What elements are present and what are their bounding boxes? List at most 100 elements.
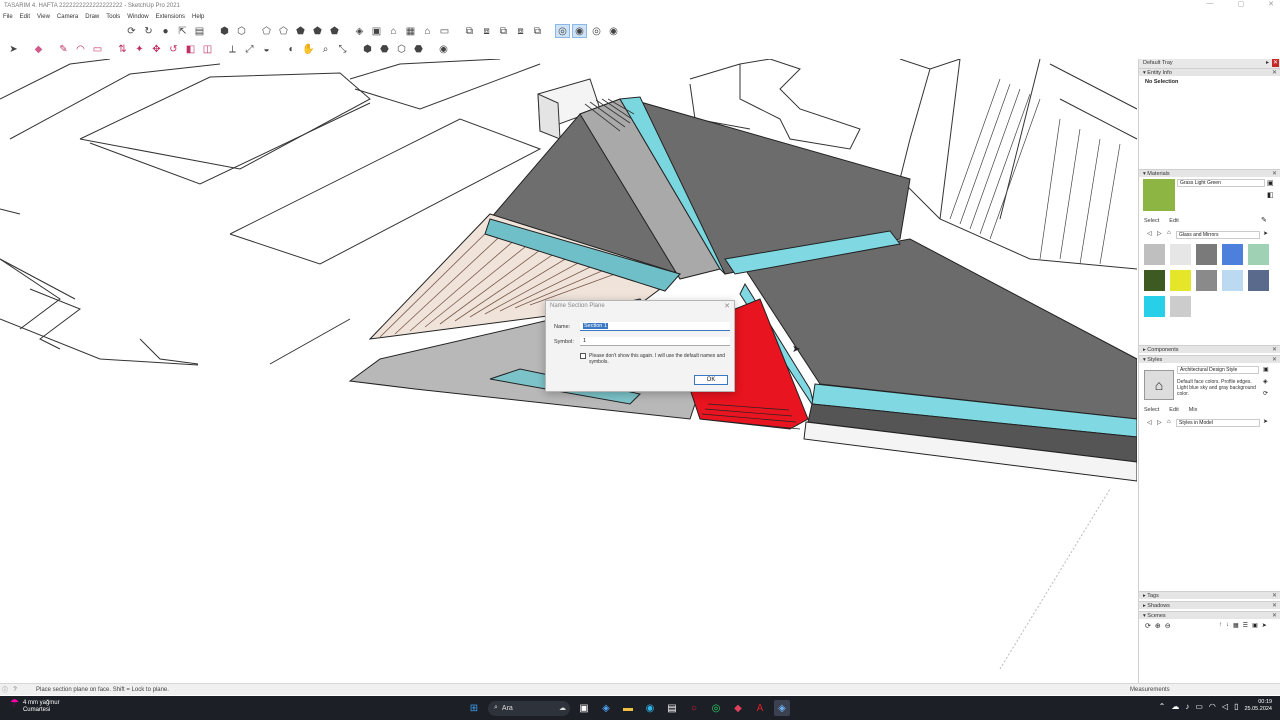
clock[interactable]: 00:19 25.05.2024	[1244, 699, 1272, 713]
opera-icon[interactable]: ○	[686, 700, 702, 716]
material-name-field[interactable]: Grass Light Green	[1177, 179, 1265, 187]
tape-measure-icon[interactable]: ⟂	[225, 42, 240, 56]
solid-tools-icon[interactable]: ⬢	[217, 24, 232, 38]
name-input[interactable]: Section 1	[580, 322, 730, 331]
scene-refresh-icon[interactable]: ⟳	[1145, 622, 1151, 630]
battery-icon[interactable]: ▯	[1234, 702, 1238, 711]
menu-window[interactable]: Window	[127, 14, 148, 20]
sketchup-taskbar-icon[interactable]: ◆	[730, 700, 746, 716]
material-swatch[interactable]	[1222, 270, 1243, 291]
extension-icon[interactable]: ⬣	[377, 42, 392, 56]
material-swatch[interactable]	[1170, 270, 1191, 291]
material-swatch[interactable]	[1222, 244, 1243, 265]
material-swatch[interactable]	[1248, 270, 1269, 291]
help-circle-icon[interactable]: ?	[10, 687, 20, 693]
tags-header[interactable]: ▸ Tags ✕	[1139, 591, 1280, 599]
styles-tab-select[interactable]: Select	[1144, 407, 1159, 413]
outer-shell-icon[interactable]: ⬡	[234, 24, 249, 38]
entity-info-header[interactable]: ▾ Entity Info ✕	[1139, 68, 1280, 76]
scenes-close-icon[interactable]: ✕	[1272, 612, 1277, 619]
menu-extensions[interactable]: Extensions	[156, 14, 185, 20]
styles-back-arrow-icon[interactable]: ◁	[1147, 419, 1152, 426]
update-style-icon[interactable]: ◈	[1263, 378, 1268, 385]
section-cut-icon[interactable]: ⧈	[479, 24, 494, 38]
rectangle-icon[interactable]: ▭	[90, 42, 105, 56]
taskbar-search[interactable]: ⌕ Ara ☁	[488, 700, 570, 716]
minimize-button[interactable]: —	[1207, 0, 1214, 8]
right-view-icon[interactable]: ▦	[403, 24, 418, 38]
menu-edit[interactable]: Edit	[20, 14, 30, 20]
styles-tab-mix[interactable]: Mix	[1189, 407, 1198, 413]
edge-browser-icon[interactable]: ◉	[642, 700, 658, 716]
material-swatch[interactable]	[1196, 270, 1217, 291]
menu-file[interactable]: File	[3, 14, 13, 20]
tags-close-icon[interactable]: ✕	[1272, 592, 1277, 599]
microphone-icon[interactable]: ♪	[1185, 702, 1189, 711]
dialog-close-icon[interactable]: ✕	[724, 302, 730, 310]
document-icon[interactable]: ▤	[192, 24, 207, 38]
material-swatch[interactable]	[1144, 270, 1165, 291]
ok-button[interactable]: OK	[694, 375, 728, 385]
entity-info-close-icon[interactable]: ✕	[1272, 69, 1277, 76]
material-swatch[interactable]	[1170, 296, 1191, 317]
volume-icon[interactable]: ◁	[1222, 702, 1228, 711]
pan-icon[interactable]: ✋	[301, 42, 316, 56]
create-style-icon[interactable]: ▣	[1263, 366, 1269, 373]
shadows-close-icon[interactable]: ✕	[1272, 602, 1277, 609]
dimension-icon[interactable]: ⤢	[242, 42, 257, 56]
components-header[interactable]: ▸ Components ✕	[1139, 345, 1280, 353]
select-arrow-icon[interactable]: ➤	[6, 42, 21, 56]
layout-icon[interactable]: ⬡	[394, 42, 409, 56]
move-icon[interactable]: ✥	[149, 42, 164, 56]
store-icon[interactable]: ▤	[664, 700, 680, 716]
menu-camera[interactable]: Camera	[57, 14, 78, 20]
onedrive-icon[interactable]: ☁	[1171, 702, 1179, 711]
styles-forward-arrow-icon[interactable]: ▷	[1157, 419, 1162, 426]
material-sample-icon[interactable]: ◧	[1267, 191, 1274, 199]
scale-icon[interactable]: ◧	[183, 42, 198, 56]
iso-view-icon[interactable]: ◈	[352, 24, 367, 38]
material-swatch[interactable]	[1170, 244, 1191, 265]
shaded-icon[interactable]: ⬟	[293, 24, 308, 38]
scenes-header[interactable]: ▾ Scenes ✕	[1139, 611, 1280, 619]
material-swatch[interactable]	[1144, 244, 1165, 265]
home-view-icon[interactable]: ⌂	[386, 24, 401, 38]
scene-up-icon[interactable]: ↑	[1219, 622, 1222, 629]
sandbox-icon[interactable]: ⬣	[411, 42, 426, 56]
close-window-button[interactable]: ✕	[1268, 0, 1274, 8]
left-view-icon[interactable]: ▭	[437, 24, 452, 38]
section-active-icon[interactable]: ◉	[572, 24, 587, 38]
materials-tab-select[interactable]: Select	[1144, 218, 1159, 224]
walk-icon[interactable]: ◐	[284, 42, 299, 56]
sketchup-active-icon[interactable]: ◈	[774, 700, 790, 716]
back-view-icon[interactable]: ⌂	[420, 24, 435, 38]
materials-tab-edit[interactable]: Edit	[1169, 218, 1178, 224]
material-swatch[interactable]	[1196, 244, 1217, 265]
push-pin-icon[interactable]: ●	[158, 24, 173, 38]
file-explorer-icon[interactable]: ▬	[620, 700, 636, 716]
widgets-icon[interactable]: ◈	[598, 700, 614, 716]
zoom-icon[interactable]: ⌕	[318, 42, 333, 56]
task-view-icon[interactable]: ▣	[576, 700, 592, 716]
menu-tools[interactable]: Tools	[106, 14, 120, 20]
refresh-style-icon[interactable]: ⟳	[1263, 390, 1268, 397]
section-display-icon[interactable]: ⧉	[462, 24, 477, 38]
styles-tab-edit[interactable]: Edit	[1169, 407, 1178, 413]
material-create-icon[interactable]: ▣	[1267, 179, 1274, 187]
scene-add-icon[interactable]: ⊕	[1155, 622, 1161, 630]
rotate-icon[interactable]: ↺	[166, 42, 181, 56]
styles-header[interactable]: ▾ Styles ✕	[1139, 355, 1280, 363]
section-fill-toggle-icon[interactable]: ◉	[606, 24, 621, 38]
menu-draw[interactable]: Draw	[85, 14, 99, 20]
xray-icon[interactable]: ⬠	[259, 24, 274, 38]
back-arrow-icon[interactable]: ◁	[1147, 230, 1152, 237]
whatsapp-icon[interactable]: ◎	[708, 700, 724, 716]
material-collection-dropdown[interactable]: Glass and Mirrors	[1176, 231, 1260, 239]
home-icon[interactable]: ⌂	[1167, 230, 1171, 236]
layers-icon[interactable]: ⧉	[530, 24, 545, 38]
export-icon[interactable]: ⇱	[175, 24, 190, 38]
follow-me-icon[interactable]: ✦	[132, 42, 147, 56]
style-collection-dropdown[interactable]: Styles in Model	[1176, 419, 1260, 427]
wireframe-icon[interactable]: ⬠	[276, 24, 291, 38]
eraser-icon[interactable]: ◆	[31, 42, 46, 56]
